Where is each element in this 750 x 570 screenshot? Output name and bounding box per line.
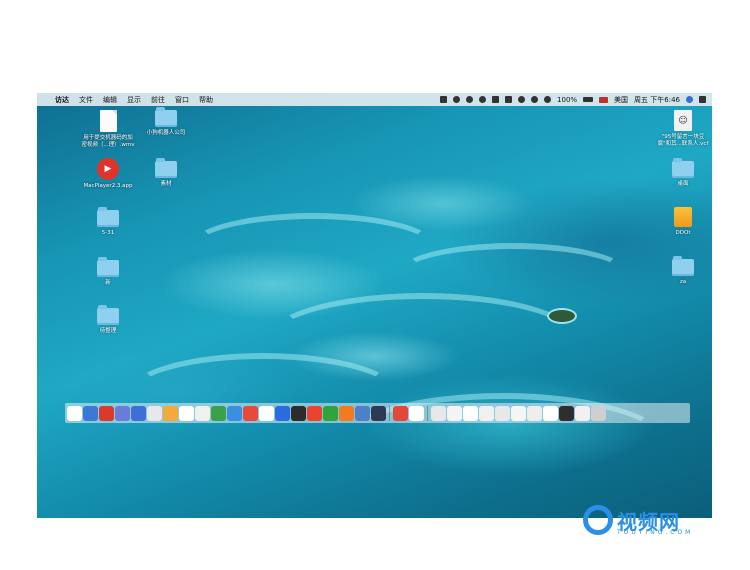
- desktop-folder-desktop[interactable]: 桌面: [648, 158, 712, 188]
- sync-icon[interactable]: [453, 96, 461, 103]
- volume-icon[interactable]: [544, 96, 552, 103]
- document-icon: [99, 110, 117, 132]
- dock-app-icon[interactable]: [307, 405, 322, 421]
- desktop-folder-5-31[interactable]: 5-31: [73, 207, 143, 237]
- us-flag-icon[interactable]: [599, 96, 609, 103]
- qq-icon[interactable]: [466, 96, 474, 103]
- external-drive-icon: [674, 207, 692, 227]
- menu-item-go[interactable]: 前往: [151, 95, 165, 105]
- battery-icon[interactable]: [583, 97, 594, 102]
- dock-app-icon[interactable]: [409, 405, 424, 421]
- dock-app-icon[interactable]: [243, 405, 258, 421]
- screen-record-icon[interactable]: [440, 96, 448, 103]
- dock-app-icon[interactable]: [355, 405, 370, 421]
- desktop-folder-new[interactable]: 新: [73, 257, 143, 287]
- dock: [65, 403, 690, 423]
- wifi-icon[interactable]: [531, 96, 539, 103]
- input-method-label[interactable]: 美国: [614, 95, 628, 105]
- dock-app-icon[interactable]: [575, 405, 590, 421]
- display-icon[interactable]: [505, 96, 513, 103]
- dock-app-icon[interactable]: [163, 405, 178, 421]
- dock-app-icon[interactable]: [463, 405, 478, 421]
- airplay-icon[interactable]: [492, 96, 500, 103]
- dock-app-icon[interactable]: [147, 405, 162, 421]
- folder-icon: [672, 158, 694, 178]
- dock-separator: [389, 405, 390, 421]
- menu-item-file[interactable]: 文件: [79, 95, 93, 105]
- dock-app-icon[interactable]: [393, 405, 408, 421]
- menu-item-help[interactable]: 帮助: [199, 95, 213, 105]
- desktop-folder-robot-company[interactable]: 小狗机器人公司: [131, 107, 201, 137]
- dock-app-icon[interactable]: [115, 405, 130, 421]
- dock-app-icon[interactable]: [591, 405, 606, 421]
- wechat-icon[interactable]: [479, 96, 487, 103]
- watermark-logo-icon: [583, 505, 613, 535]
- dock-app-icon[interactable]: [559, 405, 574, 421]
- dock-app-icon[interactable]: [67, 405, 82, 421]
- desktop-drive-ddot[interactable]: DDOt: [648, 207, 712, 237]
- wallpaper-wave: [397, 243, 629, 305]
- bluetooth-icon[interactable]: [518, 96, 526, 103]
- dock-app-icon[interactable]: [99, 405, 114, 421]
- desktop-folder-to-sort[interactable]: 待整理: [73, 305, 143, 335]
- menu-bar: 访达 文件 编辑 显示 前往 窗口 帮助 100% 美国 周五 下午6:46: [37, 93, 712, 106]
- desktop-folder-za[interactable]: za: [648, 256, 712, 286]
- notification-center-icon[interactable]: [699, 96, 706, 103]
- dock-app-icon[interactable]: [527, 405, 542, 421]
- dock-app-icon[interactable]: [511, 405, 526, 421]
- folder-icon: [155, 158, 177, 178]
- folder-icon: [97, 257, 119, 277]
- dock-app-icon[interactable]: [179, 405, 194, 421]
- desktop-screen: 访达 文件 编辑 显示 前往 窗口 帮助 100% 美国 周五 下午6:46 用…: [37, 93, 712, 518]
- dock-app-icon[interactable]: [495, 405, 510, 421]
- dock-app-icon[interactable]: [275, 405, 290, 421]
- dock-app-icon[interactable]: [479, 405, 494, 421]
- folder-icon: [97, 207, 119, 227]
- watermark: 视频网 TOUTING.COM: [583, 505, 690, 536]
- dock-app-icon[interactable]: [259, 405, 274, 421]
- dock-app-icon[interactable]: [195, 405, 210, 421]
- dock-app-icon[interactable]: [211, 405, 226, 421]
- dock-app-icon[interactable]: [323, 405, 338, 421]
- desktop-folder-materials[interactable]: 素材: [131, 158, 201, 188]
- dock-app-icon[interactable]: [371, 405, 386, 421]
- dock-app-icon[interactable]: [339, 405, 354, 421]
- menu-item-window[interactable]: 窗口: [175, 95, 189, 105]
- menubar-clock[interactable]: 周五 下午6:46: [634, 95, 680, 105]
- watermark-subtext: TOUTING.COM: [617, 529, 694, 536]
- siri-icon[interactable]: [686, 96, 693, 103]
- dock-app-icon[interactable]: [543, 405, 558, 421]
- battery-percent[interactable]: 100%: [557, 96, 577, 104]
- menu-item-view[interactable]: 显示: [127, 95, 141, 105]
- dock-app-icon[interactable]: [83, 405, 98, 421]
- contact-card-icon: ☺: [674, 110, 692, 131]
- desktop-file-vcf[interactable]: ☺ "95号留言一块豆 腐"和其...联系人.vcf: [648, 110, 712, 148]
- dock-app-icon[interactable]: [291, 405, 306, 421]
- folder-icon: [155, 107, 177, 127]
- menu-item-edit[interactable]: 编辑: [103, 95, 117, 105]
- folder-icon: [97, 305, 119, 325]
- dock-app-icon[interactable]: [447, 405, 462, 421]
- dock-app-icon[interactable]: [431, 405, 446, 421]
- dock-app-icon[interactable]: [227, 405, 242, 421]
- wallpaper-island: [547, 308, 577, 324]
- folder-icon: [672, 256, 694, 276]
- macplayer-app-icon: ▶: [97, 158, 119, 180]
- dock-separator: [427, 405, 428, 421]
- menu-item-finder[interactable]: 访达: [55, 95, 69, 105]
- dock-app-icon[interactable]: [131, 405, 146, 421]
